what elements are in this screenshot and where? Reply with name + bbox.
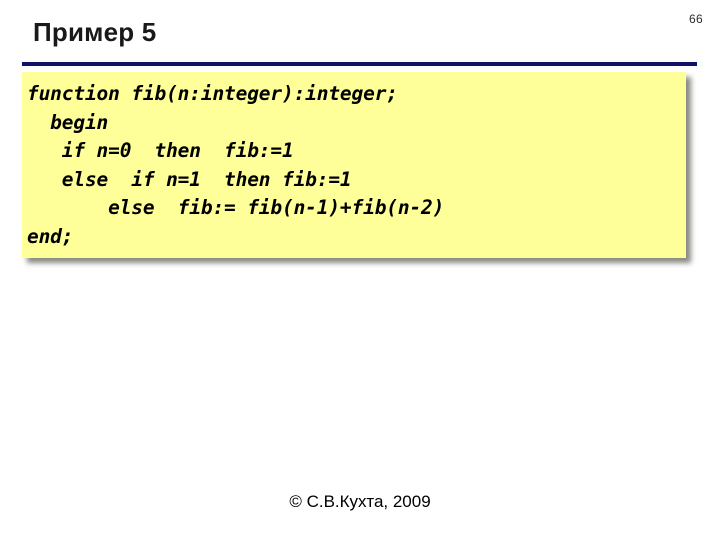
code-block: function fib(n:integer):integer; begin i…	[27, 82, 445, 248]
title-divider	[22, 62, 697, 66]
footer-copyright: © С.В.Кухта, 2009	[289, 492, 431, 511]
page-number: 66	[689, 12, 703, 26]
slide-canvas: 66 Пример 5 function fib(n:integer):inte…	[0, 0, 720, 540]
page-title: Пример 5	[33, 17, 157, 47]
code-card: function fib(n:integer):integer; begin i…	[22, 72, 686, 258]
